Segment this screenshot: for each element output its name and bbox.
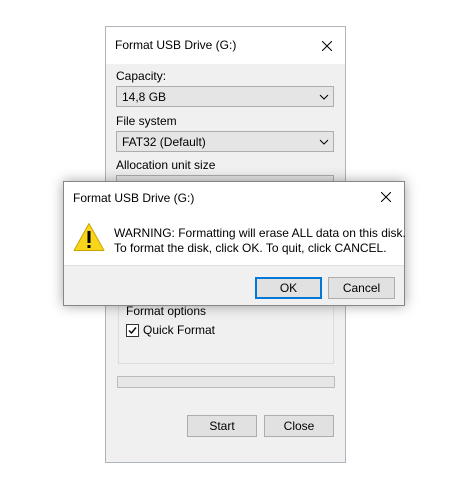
warning-icon [73,223,105,251]
filesystem-label: File system [116,114,177,128]
warning-dialog-footer: OK Cancel [64,265,404,305]
capacity-select[interactable]: 14,8 GB [116,86,334,107]
capacity-label: Capacity: [116,69,167,83]
cancel-button[interactable]: Cancel [328,277,395,299]
filesystem-select[interactable]: FAT32 (Default) [116,131,334,152]
warning-message: WARNING: Formatting will erase ALL data … [114,226,406,256]
warning-dialog: Format USB Drive (G:) WARNING: Formattin… [63,181,406,306]
quick-format-checkbox[interactable] [126,323,139,337]
chevron-down-icon [319,94,329,100]
chevron-down-icon [319,139,329,145]
quick-format-label: Quick Format [143,323,216,337]
quick-format-option[interactable]: Quick Format [126,322,215,338]
close-icon [322,40,332,51]
filesystem-value: FAT32 (Default) [122,135,206,149]
warning-dialog-title: Format USB Drive (G:) [73,191,195,205]
format-progress-bar [117,376,335,388]
close-button[interactable]: Close [264,415,334,437]
warning-message-line-1: WARNING: Formatting will erase ALL data … [114,226,406,240]
format-options-label: Format options [124,304,209,318]
format-dialog-title: Format USB Drive (G:) [115,38,237,52]
capacity-value: 14,8 GB [122,90,167,104]
close-icon [381,192,391,202]
format-dialog-close-button[interactable] [309,27,345,64]
ok-button[interactable]: OK [255,277,322,299]
warning-dialog-close-button[interactable] [368,182,404,212]
allocation-label: Allocation unit size [116,158,216,172]
checkmark-icon [128,326,137,334]
format-dialog-titlebar: Format USB Drive (G:) [106,27,345,64]
warning-message-line-2: To format the disk, click OK. To quit, c… [114,241,387,255]
start-button[interactable]: Start [187,415,257,437]
